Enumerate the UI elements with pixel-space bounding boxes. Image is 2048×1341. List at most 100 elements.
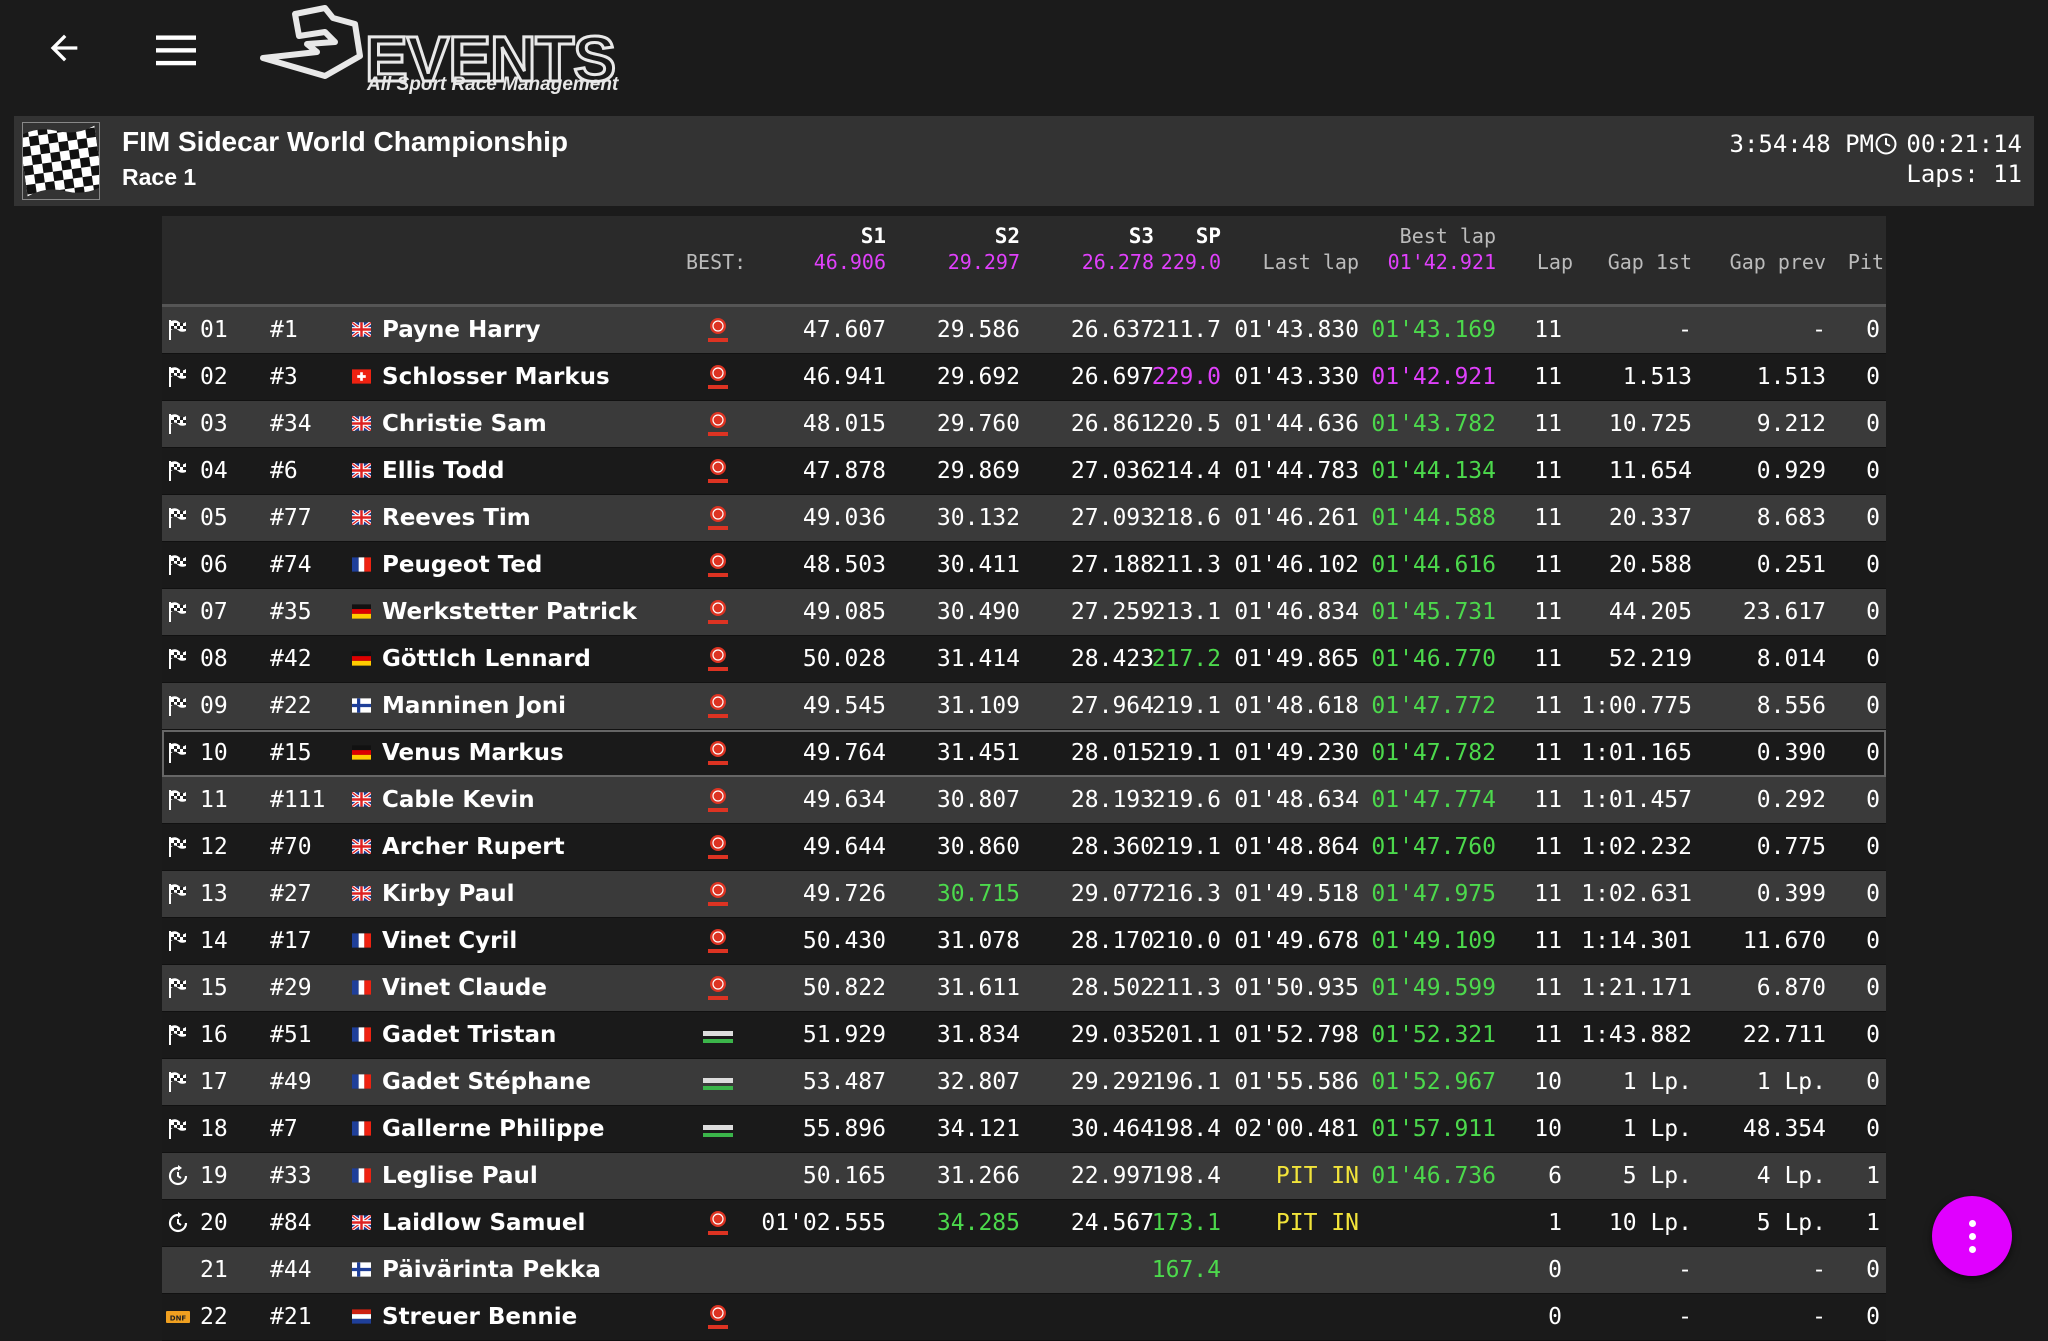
table-row[interactable]: 18 #7 Gallerne Philippe 55.896 34.121 30.464 1… [162, 1106, 1886, 1153]
best-s2: 29.297 [947, 250, 1020, 274]
best-label: BEST: [686, 250, 747, 274]
speed: 211.3 [1151, 975, 1221, 1001]
best-lap-time: 01'44.134 [1371, 458, 1496, 484]
speed: 219.1 [1151, 834, 1221, 860]
table-row[interactable]: 02 #3 Schlosser Markus 46.941 29.692 26.697 22… [162, 354, 1886, 401]
position: 02 [200, 364, 228, 390]
rider-name: Gadet Tristan [382, 1022, 557, 1048]
rider-name: Reeves Tim [382, 505, 531, 531]
lap-count: 11 [1534, 552, 1562, 578]
checkered-flag-icon [169, 837, 186, 857]
uk-flag-icon [352, 1215, 371, 1230]
sector3-time: 27.964 [1070, 693, 1154, 719]
best-lap-time: 01'52.321 [1371, 1022, 1496, 1048]
table-row[interactable]: 19 #33 Leglise Paul 50.165 31.266 22.997 198.4… [162, 1153, 1886, 1200]
yamaha-logo-icon [708, 835, 728, 859]
table-row[interactable]: 21 #44 Päivärinta Pekka 167.4 0 - - 0 [162, 1247, 1886, 1294]
gap-to-leader: 1.513 [1622, 364, 1692, 390]
table-row[interactable]: 11 #111 Cable Kevin 49.634 30.807 28.193 219.6… [162, 777, 1886, 824]
gap-to-previous: 23.617 [1742, 599, 1826, 625]
checkered-flag-icon [169, 367, 186, 387]
speed: 216.3 [1151, 881, 1221, 907]
table-row[interactable]: 06 #74 Peugeot Ted 48.503 30.411 27.188 211.3 0… [162, 542, 1886, 589]
table-row[interactable]: 20 #84 Laidlow Samuel 01'02.555 34.285 24.567… [162, 1200, 1886, 1247]
race-number: #33 [270, 1163, 312, 1189]
yamaha-logo-icon [708, 318, 728, 342]
uk-flag-icon [352, 886, 371, 901]
lap-count: 11 [1534, 458, 1562, 484]
gap-to-previous: 0.292 [1756, 787, 1826, 813]
gap-to-leader: 52.219 [1608, 646, 1692, 672]
back-arrow-icon[interactable] [44, 28, 84, 68]
table-row[interactable]: 09 #22 Manninen Joni 49.545 31.109 27.964 219.… [162, 683, 1886, 730]
last-lap-time: 01'50.935 [1234, 975, 1359, 1001]
sector2-time: 30.132 [936, 505, 1020, 531]
gap-to-previous: 0.775 [1756, 834, 1826, 860]
france-flag-icon [352, 1027, 371, 1042]
lap-count: 11 [1534, 740, 1562, 766]
table-row[interactable]: 05 #77 Reeves Tim 49.036 30.132 27.093 218.6 01… [162, 495, 1886, 542]
table-header: BEST: S1 46.906 S2 29.297 S3 26.278 SP 2… [162, 216, 1886, 307]
sector2-time: 31.078 [936, 928, 1020, 954]
col-gap-1st: Gap 1st [1607, 250, 1692, 274]
gap-to-leader: 11.654 [1608, 458, 1692, 484]
logo-tagline: All Sport Race Management [367, 74, 619, 95]
race-number: #77 [270, 505, 312, 531]
table-row[interactable]: 01 #1 Payne Harry 47.607 29.586 26.637 211.7 01… [162, 307, 1886, 354]
table-row[interactable]: DNF 22 #21 Streuer Bennie 0 - - 0 [162, 1294, 1886, 1341]
sector1-time: 48.503 [802, 552, 886, 578]
gap-to-leader: 20.588 [1608, 552, 1692, 578]
position: 07 [200, 599, 228, 625]
sector1-time: 49.644 [802, 834, 886, 860]
table-row[interactable]: 14 #17 Vinet Cyril 50.430 31.078 28.170 210.0 0… [162, 918, 1886, 965]
race-number: #51 [270, 1022, 312, 1048]
best-lap-time: 01'43.782 [1371, 411, 1496, 437]
lap-count: 6 [1548, 1163, 1562, 1189]
position: 12 [200, 834, 228, 860]
gap-to-previous: 0.390 [1756, 740, 1826, 766]
checkered-flag-icon [169, 1119, 186, 1139]
pit-stops: 0 [1866, 364, 1880, 390]
speed: 219.6 [1151, 787, 1221, 813]
kawasaki-logo-icon [703, 1031, 733, 1043]
yamaha-logo-icon [708, 694, 728, 718]
best-lap-time: 01'49.599 [1371, 975, 1496, 1001]
yamaha-logo-icon [708, 1211, 728, 1235]
gap-to-previous: 0.929 [1756, 458, 1826, 484]
sector2-time: 29.869 [936, 458, 1020, 484]
pit-stops: 0 [1866, 458, 1880, 484]
table-row[interactable]: 16 #51 Gadet Tristan 51.929 31.834 29.035 201.… [162, 1012, 1886, 1059]
gap-to-previous: 11.670 [1742, 928, 1826, 954]
best-lap-time: 01'46.770 [1371, 646, 1496, 672]
speed: 218.6 [1151, 505, 1221, 531]
table-row[interactable]: 15 #29 Vinet Claude 50.822 31.611 28.502 211.3… [162, 965, 1886, 1012]
table-row[interactable]: 10 #15 Venus Markus 49.764 31.451 28.015 219.1… [162, 730, 1886, 777]
position: 10 [200, 740, 228, 766]
table-row[interactable]: 17 #49 Gadet Stéphane 53.487 32.807 29.292 196… [162, 1059, 1886, 1106]
more-options-button[interactable] [1932, 1196, 2012, 1276]
gap-to-leader: - [1678, 317, 1692, 343]
lap-count: 1 [1548, 1210, 1562, 1236]
checkered-flag-icon [169, 931, 186, 951]
sector3-time: 29.035 [1070, 1022, 1154, 1048]
sector1-time: 50.822 [802, 975, 886, 1001]
sector2-time: 31.451 [936, 740, 1020, 766]
gap-to-previous: 22.711 [1742, 1022, 1826, 1048]
table-row[interactable]: 08 #42 Göttlch Lennard 50.028 31.414 28.423 21… [162, 636, 1886, 683]
table-row[interactable]: 03 #34 Christie Sam 48.015 29.760 26.861 220.5… [162, 401, 1886, 448]
last-lap-time: PIT IN [1275, 1210, 1359, 1236]
hamburger-menu-icon[interactable] [154, 30, 198, 70]
table-row[interactable]: 04 #6 Ellis Todd 47.878 29.869 27.036 214.4 01'… [162, 448, 1886, 495]
gap-to-leader: 1:21.171 [1581, 975, 1692, 1001]
position: 01 [200, 317, 228, 343]
race-number: #6 [270, 458, 298, 484]
table-row[interactable]: 13 #27 Kirby Paul 49.726 30.715 29.077 216.3 01… [162, 871, 1886, 918]
lap-count: 11 [1534, 505, 1562, 531]
speed: 213.1 [1151, 599, 1221, 625]
gap-to-leader: 1:43.882 [1581, 1022, 1692, 1048]
table-row[interactable]: 07 #35 Werkstetter Patrick 49.085 30.490 27.2… [162, 589, 1886, 636]
speed: 198.4 [1151, 1116, 1221, 1142]
rider-name: Vinet Cyril [382, 928, 518, 954]
gap-to-leader: 1 Lp. [1622, 1069, 1692, 1095]
table-row[interactable]: 12 #70 Archer Rupert 49.644 30.860 28.360 219.… [162, 824, 1886, 871]
